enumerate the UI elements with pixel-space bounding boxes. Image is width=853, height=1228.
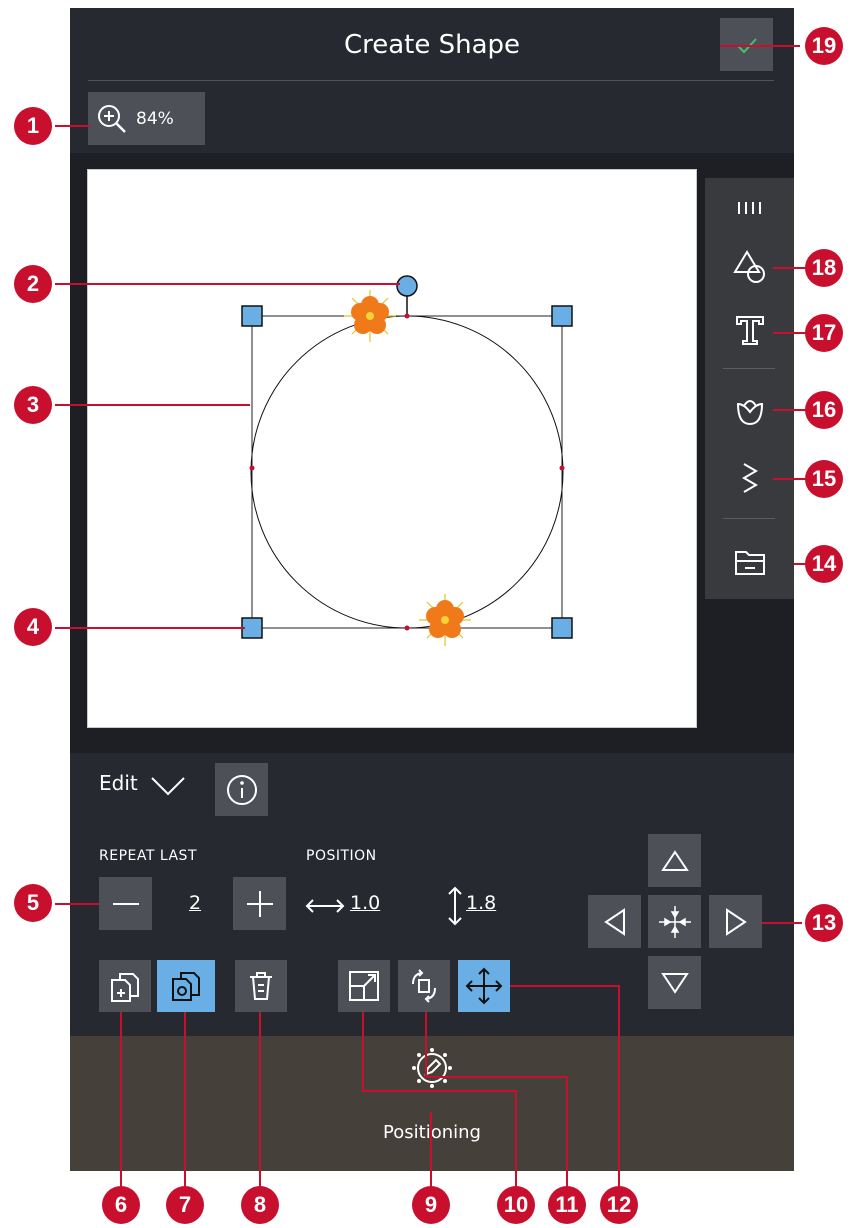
callout-5: 5 bbox=[14, 884, 52, 922]
circle-shape[interactable] bbox=[250, 315, 564, 629]
duplicate-active-icon bbox=[172, 972, 200, 1001]
folder-icon bbox=[734, 551, 765, 575]
callout-7: 7 bbox=[166, 1186, 204, 1224]
text-icon bbox=[735, 316, 764, 345]
callout-12: 12 bbox=[600, 1186, 638, 1224]
flower-motif-icon[interactable] bbox=[344, 290, 396, 342]
corner-handle-top-left[interactable] bbox=[241, 305, 263, 327]
app-window: Create Shape 84% Edit REPEAT LAST POSITI… bbox=[70, 8, 794, 1171]
scale-icon bbox=[349, 971, 379, 1001]
canvas-area bbox=[70, 153, 794, 753]
callout-18: 18 bbox=[805, 249, 843, 287]
callout-2: 2 bbox=[14, 265, 52, 303]
position-y-value[interactable]: 1.8 bbox=[466, 892, 496, 914]
zoom-button[interactable]: 84% bbox=[88, 92, 205, 145]
callout-4: 4 bbox=[14, 608, 52, 646]
callout-17: 17 bbox=[805, 314, 843, 352]
flower-motif-icon[interactable] bbox=[419, 594, 471, 646]
move-right-button[interactable] bbox=[709, 895, 762, 948]
zoom-level: 84% bbox=[136, 108, 174, 129]
callout-3: 3 bbox=[14, 386, 52, 424]
embroidery-canvas[interactable] bbox=[87, 169, 697, 728]
callout-1: 1 bbox=[14, 107, 52, 145]
callout-16: 16 bbox=[805, 391, 843, 429]
callout-13: 13 bbox=[805, 904, 843, 942]
selection-frame bbox=[251, 315, 563, 629]
design-button[interactable] bbox=[705, 388, 794, 436]
file-button[interactable] bbox=[705, 538, 794, 586]
tulip-icon bbox=[736, 400, 763, 426]
repeat-last-label: REPEAT LAST bbox=[99, 848, 197, 864]
rotate-icon bbox=[412, 969, 436, 1003]
duplicate-shape-button[interactable] bbox=[157, 960, 215, 1012]
header: Create Shape 84% bbox=[70, 8, 794, 153]
page-title: Create Shape bbox=[343, 30, 521, 60]
duplicate-icon bbox=[111, 973, 139, 1002]
callout-19: 19 bbox=[805, 27, 843, 65]
side-toolbar-handle[interactable] bbox=[705, 184, 794, 232]
info-icon bbox=[226, 774, 257, 805]
chevron-down-icon[interactable] bbox=[150, 774, 186, 798]
positioning-icon bbox=[412, 1048, 452, 1088]
corner-handle-bottom-left[interactable] bbox=[241, 617, 263, 639]
arrow-up-icon bbox=[660, 849, 689, 871]
move-icon bbox=[465, 967, 503, 1005]
shapes-button[interactable] bbox=[705, 242, 794, 290]
plus-icon bbox=[246, 890, 273, 917]
text-button[interactable] bbox=[705, 306, 794, 354]
repeat-decrease-button[interactable] bbox=[99, 877, 152, 930]
vertical-arrows-icon bbox=[448, 886, 462, 926]
repeat-count: 2 bbox=[188, 892, 202, 914]
positioning-label[interactable]: Positioning bbox=[70, 1122, 794, 1143]
center-button[interactable] bbox=[648, 895, 701, 948]
arrow-left-icon bbox=[603, 907, 625, 936]
callout-10: 10 bbox=[497, 1186, 535, 1224]
zoom-in-icon bbox=[98, 104, 126, 133]
side-toolbar bbox=[705, 178, 794, 599]
bottom-bar: Positioning bbox=[70, 1036, 794, 1171]
rotate-handle[interactable] bbox=[396, 275, 418, 297]
positioning-tab[interactable] bbox=[405, 1046, 459, 1122]
move-left-button[interactable] bbox=[588, 895, 641, 948]
callout-6: 6 bbox=[102, 1186, 140, 1224]
shape-editor[interactable] bbox=[88, 170, 696, 727]
delete-button[interactable] bbox=[235, 960, 287, 1012]
move-button[interactable] bbox=[458, 960, 510, 1012]
info-button[interactable] bbox=[215, 763, 268, 816]
callout-9: 9 bbox=[412, 1186, 450, 1224]
corner-handle-top-right[interactable] bbox=[551, 305, 573, 327]
callout-8: 8 bbox=[241, 1186, 279, 1224]
arrow-right-icon bbox=[725, 907, 747, 936]
repeat-increase-button[interactable] bbox=[233, 877, 286, 930]
position-label: POSITION bbox=[306, 848, 377, 864]
arrow-down-icon bbox=[660, 972, 689, 994]
scale-button[interactable] bbox=[338, 960, 390, 1012]
center-icon bbox=[658, 905, 691, 938]
rotate-button[interactable] bbox=[398, 960, 450, 1012]
callout-15: 15 bbox=[805, 460, 843, 498]
position-x-value[interactable]: 1.0 bbox=[350, 892, 380, 914]
horizontal-arrows-icon bbox=[305, 899, 345, 913]
callout-11: 11 bbox=[548, 1186, 586, 1224]
callout-14: 14 bbox=[805, 545, 843, 583]
move-down-button[interactable] bbox=[648, 956, 701, 1009]
zigzag-stitch-icon bbox=[741, 463, 758, 493]
trash-icon bbox=[250, 972, 272, 1000]
minus-icon bbox=[112, 902, 139, 905]
duplicate-button[interactable] bbox=[99, 960, 151, 1012]
handle-icon bbox=[737, 202, 761, 214]
move-up-button[interactable] bbox=[648, 834, 701, 887]
shapes-icon bbox=[732, 250, 765, 283]
header-divider bbox=[88, 80, 774, 81]
corner-handle-bottom-right[interactable] bbox=[551, 617, 573, 639]
edit-label[interactable]: Edit bbox=[99, 771, 138, 795]
